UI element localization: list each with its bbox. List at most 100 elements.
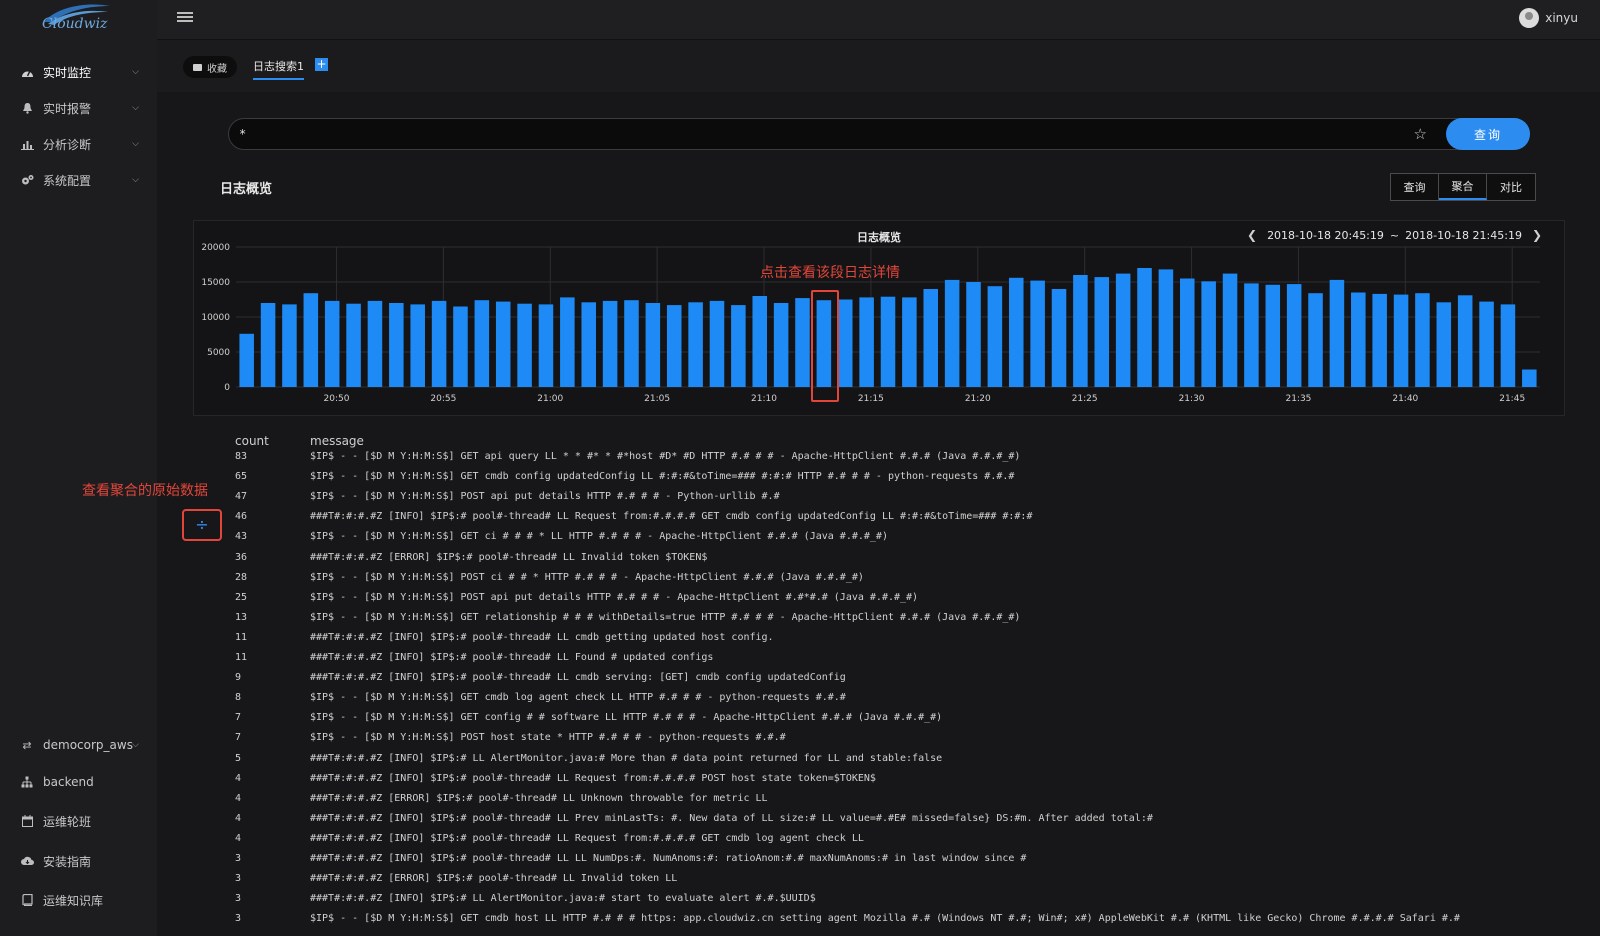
x-tick-label: 21:30 (1179, 394, 1205, 404)
calendar-icon (20, 814, 34, 828)
x-tick-label: 21:25 (1072, 394, 1098, 404)
bar[interactable] (624, 300, 639, 387)
bar[interactable] (474, 300, 490, 387)
bar[interactable] (495, 301, 511, 387)
bar[interactable] (1351, 292, 1366, 388)
bar[interactable] (1372, 293, 1387, 387)
bar[interactable] (1030, 280, 1045, 387)
row-count: 3 (235, 873, 242, 885)
bar[interactable] (324, 300, 340, 387)
bar[interactable] (1415, 293, 1430, 387)
bar[interactable] (517, 303, 532, 387)
bar[interactable] (1265, 284, 1281, 387)
tab-log-search-1[interactable]: 日志搜索1 (253, 56, 304, 80)
x-tick-label: 21:45 (1499, 394, 1525, 404)
row-message: $IP$ - - [$D M Y:H:M:S$] GET ci # # # * … (310, 531, 888, 543)
mode-aggregate-button[interactable]: 聚合 (1439, 174, 1487, 200)
menu-toggle-icon[interactable] (177, 10, 193, 26)
bar[interactable] (1051, 289, 1067, 387)
favorites-label: 收藏 (207, 63, 227, 75)
bar[interactable] (538, 304, 554, 387)
bar[interactable] (731, 305, 746, 387)
sidebar-item-org-switch[interactable]: ⇄ democorp_aws ⌵ (0, 729, 157, 761)
bar[interactable] (1479, 301, 1494, 387)
bar[interactable] (1522, 369, 1537, 388)
row-count: 4 (235, 792, 242, 804)
bar[interactable] (1094, 277, 1110, 387)
bar[interactable] (602, 300, 618, 387)
sidebar-item-analysis[interactable]: 分析诊断 ⌵ (0, 128, 157, 160)
bar[interactable] (303, 293, 319, 387)
search-input[interactable] (239, 119, 1389, 149)
bar[interactable] (1244, 283, 1259, 387)
bar[interactable] (1286, 284, 1302, 387)
bar[interactable] (1137, 268, 1152, 387)
sidebar-item-monitor[interactable]: 实时监控 ⌵ (0, 56, 157, 88)
row-count: 13 (235, 611, 248, 623)
row-count: 11 (235, 652, 248, 663)
star-icon[interactable]: ☆ (1414, 125, 1427, 143)
bar[interactable] (709, 300, 725, 387)
bar[interactable] (795, 298, 810, 387)
row-message: $IP$ - - [$D M Y:H:M:S$] POST api put de… (310, 491, 780, 503)
sidebar-item-knowledge-base[interactable]: 运维知识库 (0, 884, 157, 916)
bar[interactable] (1115, 273, 1131, 387)
user-menu[interactable]: xinyu (1519, 8, 1578, 28)
sidebar-item-install-guide[interactable]: 安装指南 (0, 845, 157, 877)
bar[interactable] (837, 299, 853, 388)
x-tick-label: 21:20 (965, 394, 991, 404)
logo-text: Cloudwiz (42, 16, 108, 32)
sidebar-item-backend[interactable]: backend (0, 766, 157, 798)
y-tick-label: 20000 (201, 243, 230, 253)
bar[interactable] (1500, 304, 1516, 387)
bar[interactable] (752, 296, 768, 387)
bar[interactable] (944, 279, 960, 387)
chart-click-annotation: 点击查看该段日志详情 (760, 265, 900, 281)
bar[interactable] (966, 282, 981, 387)
query-button[interactable]: 查询 (1446, 118, 1530, 150)
bar[interactable] (282, 304, 297, 387)
sidebar-item-settings[interactable]: 系统配置 ⌵ (0, 164, 157, 196)
bar[interactable] (346, 303, 361, 387)
bar[interactable] (666, 305, 682, 387)
bar[interactable] (902, 297, 917, 387)
bar[interactable] (773, 303, 789, 387)
bar[interactable] (1329, 279, 1345, 387)
bar[interactable] (1180, 278, 1195, 388)
mode-compare-button[interactable]: 对比 (1487, 174, 1535, 200)
bar[interactable] (389, 303, 404, 387)
bar[interactable] (923, 289, 939, 387)
add-tab-button[interactable]: + (315, 58, 328, 71)
bar[interactable] (987, 286, 1003, 387)
bar[interactable] (859, 297, 874, 387)
bar[interactable] (1222, 273, 1238, 387)
bar[interactable] (1308, 293, 1323, 387)
bar[interactable] (1201, 281, 1216, 387)
bar-chart[interactable]: 0 5000 10000 15000 20000 20:50 20:55 21:00 21:05… (194, 221, 1566, 417)
row-message: ###T#:#:#.#Z [INFO] $IP$:# pool#-thread#… (310, 672, 846, 684)
bar[interactable] (1008, 277, 1024, 387)
mode-query-button[interactable]: 查询 (1391, 174, 1439, 200)
bar[interactable] (431, 300, 447, 387)
bar[interactable] (581, 302, 596, 387)
bar[interactable] (260, 303, 276, 387)
favorites-button[interactable]: 收藏 (183, 56, 237, 78)
bar[interactable] (1436, 302, 1452, 387)
bar[interactable] (367, 300, 383, 387)
expand-raw-data-button[interactable]: ÷ (182, 509, 222, 541)
bar[interactable] (1393, 294, 1409, 387)
bar[interactable] (560, 297, 575, 387)
bar[interactable] (688, 302, 703, 387)
bar[interactable] (645, 303, 661, 387)
sidebar-item-alerts[interactable]: 实时报警 ⌵ (0, 92, 157, 124)
bar[interactable] (1158, 269, 1174, 387)
bar[interactable] (410, 304, 425, 387)
sidebar-item-oncall[interactable]: 运维轮班 (0, 805, 157, 837)
bar[interactable] (239, 333, 254, 387)
bar[interactable] (1457, 295, 1473, 387)
row-message: ###T#:#:#.#Z [INFO] $IP$:# pool#-thread#… (310, 631, 774, 643)
row-message: ###T#:#:#.#Z [INFO] $IP$:# LL AlertMonit… (310, 893, 816, 905)
bar[interactable] (453, 306, 468, 388)
bar[interactable] (1073, 275, 1088, 387)
bar[interactable] (880, 296, 896, 387)
